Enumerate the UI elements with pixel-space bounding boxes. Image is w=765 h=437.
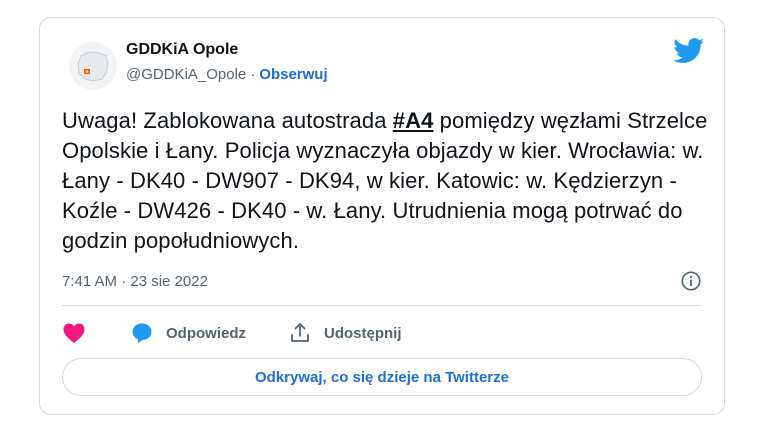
tweet-text: Uwaga! Zablokowana autostrada #A4 pomięd… (62, 106, 712, 256)
separator-dot: · (250, 66, 256, 83)
hashtag-link[interactable]: #A4 (393, 108, 434, 133)
author-name[interactable]: GDDKiA Opole (126, 41, 238, 59)
reply-button[interactable]: Odpowiedz (130, 318, 246, 348)
follow-button[interactable]: Obserwuj (259, 66, 327, 83)
avatar[interactable] (69, 42, 117, 90)
tweet-timestamp[interactable]: 7:41 AM · 23 sie 2022 (62, 273, 208, 290)
tweet-text-part1: Uwaga! Zablokowana autostrada (62, 108, 393, 133)
author-handle-row: @GDDKiA_Opole · Obserwuj (126, 66, 328, 83)
explore-twitter-button[interactable]: Odkrywaj, co się dzieje na Twitterze (62, 358, 702, 396)
divider (62, 305, 702, 306)
tweet-card: GDDKiA Opole @GDDKiA_Opole · Obserwuj Uwag… (39, 17, 725, 415)
twitter-bird-icon[interactable] (673, 38, 705, 64)
like-button[interactable] (62, 318, 86, 348)
info-icon[interactable] (680, 270, 702, 292)
action-bar: Odpowiedz Udostępnij (62, 318, 682, 348)
share-label: Udostępnij (324, 324, 402, 342)
reply-bubble-icon (132, 323, 152, 343)
share-icon (291, 323, 309, 342)
heart-icon (63, 323, 85, 343)
poland-map-logo-icon (77, 51, 109, 82)
share-button[interactable]: Udostępnij (288, 318, 402, 348)
reply-label: Odpowiedz (166, 324, 246, 342)
author-handle[interactable]: @GDDKiA_Opole (126, 66, 246, 83)
